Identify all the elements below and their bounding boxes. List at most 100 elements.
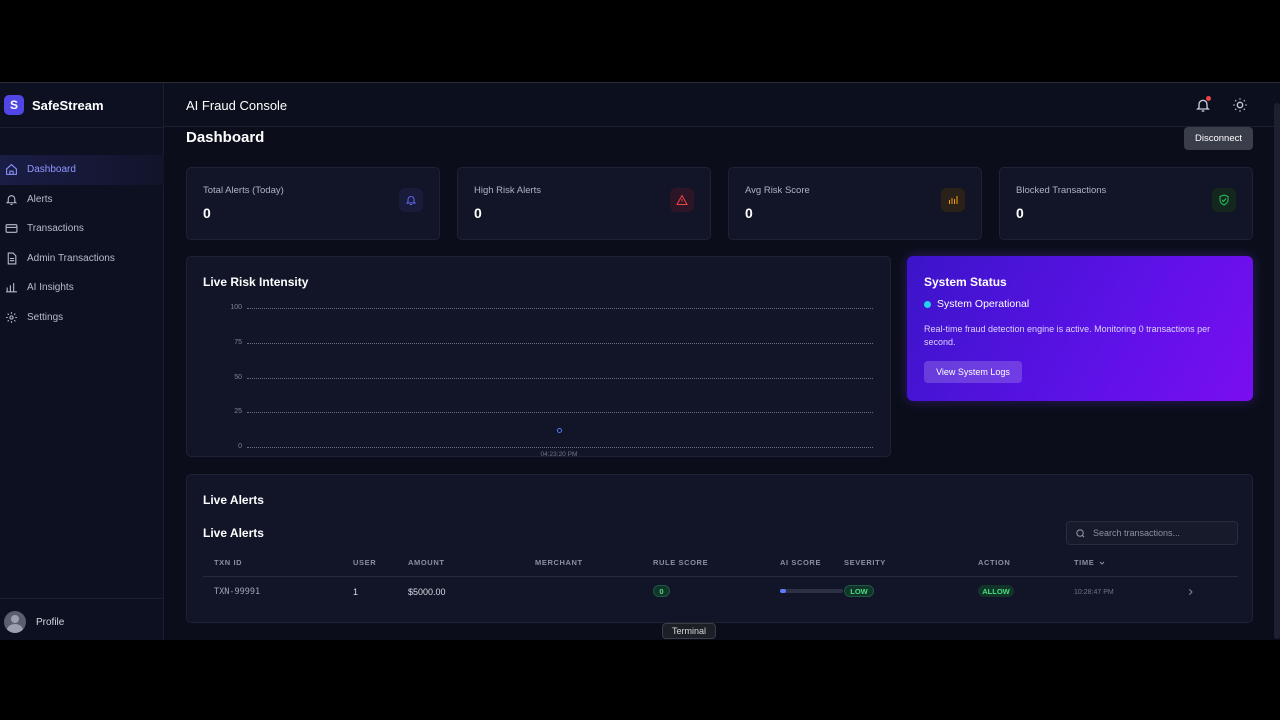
sidebar-item-label: Alerts [27, 193, 53, 205]
sidebar-item-alerts[interactable]: Alerts [0, 185, 164, 215]
chevron-down-icon [1099, 561, 1105, 565]
sidebar-item-settings[interactable]: Settings [0, 303, 164, 333]
system-operational-indicator: System Operational [924, 298, 1029, 310]
stat-value: 0 [474, 205, 482, 221]
y-tick-label: 100 [230, 304, 242, 311]
live-risk-chart: Live Risk Intensity 100 75 50 25 0 04:23:20 P… [186, 256, 891, 458]
shield-check-icon [1212, 188, 1236, 212]
profile-button[interactable]: Profile [4, 611, 64, 633]
column-header-user[interactable]: USER [353, 558, 376, 567]
system-status-card: System Status System Operational Real-ti… [907, 256, 1253, 401]
notification-dot [1206, 96, 1211, 101]
bell-icon [399, 188, 423, 212]
stat-value: 0 [203, 205, 211, 221]
console-title: AI Fraud Console [186, 98, 288, 113]
system-status-title: System Status [924, 275, 1007, 289]
scrollbar[interactable] [1274, 103, 1280, 639]
avatar [4, 611, 26, 633]
sidebar-item-dashboard[interactable]: Dashboard [0, 155, 164, 185]
stat-label: High Risk Alerts [474, 185, 542, 196]
ai-score-bar [780, 589, 843, 593]
gridline [247, 342, 873, 344]
stat-card-total-alerts: Total Alerts (Today) 0 [186, 167, 440, 240]
system-status-text: System Operational [937, 298, 1030, 310]
gear-icon [6, 311, 17, 323]
home-icon [6, 164, 17, 176]
stat-label: Blocked Transactions [1016, 185, 1107, 196]
user-cell: 1 [353, 587, 359, 597]
page-title: Dashboard [186, 129, 265, 146]
table-title: Live Alerts [203, 526, 264, 540]
y-tick-label: 25 [234, 408, 242, 416]
profile-label: Profile [36, 616, 65, 628]
view-system-logs-button[interactable]: View System Logs [924, 361, 1022, 383]
sidebar-nav: Dashboard Alerts Transactions Admin Tran… [0, 155, 164, 332]
y-tick-label: 0 [238, 443, 242, 450]
sidebar-item-admin-transactions[interactable]: Admin Transactions [0, 244, 164, 274]
gridline [247, 412, 873, 414]
live-alerts-section: Live Alerts Live Alerts Search transacti… [186, 474, 1253, 623]
top-header: AI Fraud Console [164, 83, 1280, 127]
gridline [247, 377, 873, 379]
brand[interactable]: S SafeStream [4, 95, 104, 115]
stat-label: Avg Risk Score [745, 185, 810, 196]
gridline [247, 447, 873, 448]
stat-card-high-risk: High Risk Alerts 0 [457, 167, 711, 240]
sidebar: S SafeStream Dashboard Alerts Transactio… [0, 83, 164, 640]
stat-value: 0 [745, 205, 753, 221]
time-cell: 10:28:47 PM [1074, 589, 1114, 596]
y-tick-label: 75 [234, 338, 242, 346]
search-icon [1076, 529, 1085, 538]
disconnect-button[interactable]: Disconnect [1184, 127, 1253, 150]
sidebar-item-label: AI Insights [27, 282, 74, 294]
action-badge: ALLOW [978, 585, 1014, 597]
stat-card-avg-risk: Avg Risk Score 0 [728, 167, 982, 240]
chevron-right-icon[interactable] [1186, 587, 1195, 597]
brand-logo: S [4, 95, 24, 115]
data-point[interactable] [557, 427, 562, 433]
y-tick-label: 50 [234, 373, 242, 381]
search-input[interactable]: Search transactions... [1066, 521, 1238, 545]
terminal-tooltip: Terminal [662, 623, 716, 639]
sidebar-item-transactions[interactable]: Transactions [0, 214, 164, 244]
column-header-rule-score[interactable]: RULE SCORE [653, 558, 708, 567]
column-header-txn-id[interactable]: TXN ID [214, 558, 242, 567]
column-header-time[interactable]: TIME [1074, 558, 1106, 567]
brand-name: SafeStream [32, 97, 104, 113]
gridline [247, 308, 873, 309]
sidebar-item-label: Transactions [27, 223, 84, 235]
ai-score-fill [780, 589, 787, 593]
column-header-time-label: TIME [1074, 558, 1095, 567]
txn-id-cell: TXN-99991 [214, 587, 261, 597]
bar-chart-icon [941, 188, 965, 212]
stat-label: Total Alerts (Today) [203, 185, 284, 196]
bar-chart-icon [6, 283, 17, 293]
column-header-amount[interactable]: AMOUNT [408, 558, 445, 567]
sun-icon[interactable] [1232, 97, 1248, 113]
column-header-merchant[interactable]: MERCHANT [535, 558, 583, 567]
sidebar-item-label: Admin Transactions [27, 252, 115, 264]
sidebar-item-ai-insights[interactable]: AI Insights [0, 273, 164, 303]
warning-icon [670, 188, 694, 212]
severity-badge: LOW [844, 585, 874, 597]
system-status-description: Real-time fraud detection engine is acti… [924, 324, 1211, 347]
divider [0, 127, 164, 128]
stat-card-blocked: Blocked Transactions 0 [999, 167, 1253, 240]
sidebar-item-label: Dashboard [27, 164, 76, 176]
column-header-ai-score[interactable]: AI SCORE [780, 558, 821, 567]
x-tick-label: 04:23:20 PM [540, 451, 578, 458]
divider [0, 598, 164, 599]
divider [203, 576, 1238, 577]
column-header-action[interactable]: ACTION [978, 558, 1010, 567]
section-title: Live Alerts [203, 493, 264, 507]
sidebar-item-label: Settings [27, 311, 64, 323]
document-icon [7, 252, 17, 265]
column-header-severity[interactable]: SEVERITY [844, 558, 886, 567]
app-window: S SafeStream Dashboard Alerts Transactio… [0, 82, 1280, 640]
rule-score-badge: 0 [653, 585, 670, 597]
search-placeholder: Search transactions... [1093, 528, 1181, 538]
status-dot [924, 300, 931, 308]
bell-icon [5, 194, 18, 205]
chart-title: Live Risk Intensity [203, 275, 309, 289]
credit-card-icon [5, 224, 18, 234]
